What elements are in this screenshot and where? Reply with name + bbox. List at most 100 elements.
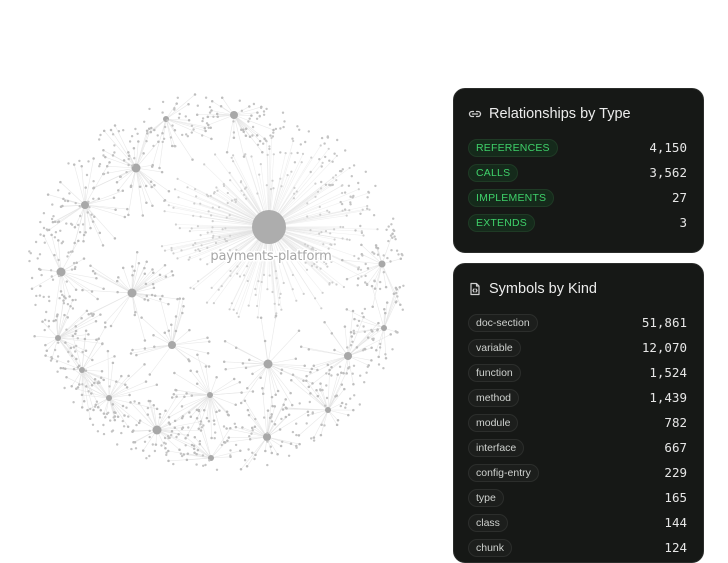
- relationship-type-row[interactable]: IMPLEMENTS27: [468, 185, 687, 210]
- graph-leaf-node: [86, 174, 88, 176]
- graph-leaf-node: [240, 468, 243, 471]
- graph-hub-node: [153, 426, 162, 435]
- graph-leaf-node: [283, 120, 285, 122]
- graph-leaf-node: [206, 122, 208, 124]
- graph-leaf-node: [229, 427, 232, 430]
- graph-leaf-node: [251, 427, 254, 430]
- relationships-panel: Relationships by Type REFERENCES4,150CAL…: [453, 88, 704, 253]
- graph-leaf-node: [51, 203, 53, 205]
- graph-leaf-node: [306, 202, 308, 204]
- relationship-type-row[interactable]: REFERENCES4,150: [468, 135, 687, 160]
- graph-leaf-node: [194, 436, 197, 439]
- graph-leaf-node: [266, 184, 268, 186]
- symbol-kind-row[interactable]: class144: [468, 510, 687, 535]
- graph-leaf-node: [122, 190, 125, 193]
- graph-leaf-node: [177, 178, 179, 180]
- graph-leaf-node: [72, 307, 74, 309]
- graph-leaf-node: [195, 453, 198, 456]
- graph-leaf-node: [313, 439, 315, 441]
- graph-leaf-node: [197, 449, 200, 452]
- graph-leaf-node: [308, 130, 310, 132]
- graph-leaf-node: [54, 236, 56, 238]
- graph-edge: [211, 428, 230, 458]
- graph-leaf-node: [351, 341, 353, 343]
- graph-leaf-node: [296, 125, 298, 127]
- graph-leaf-node: [250, 155, 252, 157]
- symbol-kind-row[interactable]: type165: [468, 485, 687, 510]
- graph-leaf-node: [39, 221, 41, 223]
- graph-leaf-node: [85, 350, 88, 353]
- relationship-type-row[interactable]: EXTENDS3: [468, 210, 687, 235]
- symbol-kind-row[interactable]: function1,524: [468, 360, 687, 385]
- graph-leaf-node: [280, 445, 283, 448]
- dependency-graph[interactable]: payments-platform: [0, 0, 440, 548]
- link-icon: [468, 107, 482, 121]
- graph-leaf-node: [133, 400, 135, 402]
- graph-leaf-node: [120, 176, 122, 178]
- graph-leaf-node: [91, 359, 94, 362]
- file-code-icon: [468, 282, 482, 296]
- graph-leaf-node: [194, 188, 196, 190]
- graph-leaf-node: [98, 138, 100, 140]
- graph-leaf-node: [279, 151, 281, 153]
- graph-leaf-node: [147, 299, 150, 302]
- graph-leaf-node: [144, 273, 147, 276]
- graph-leaf-node: [379, 343, 381, 345]
- graph-leaf-node: [127, 415, 129, 417]
- graph-leaf-node: [318, 158, 320, 160]
- graph-leaf-node: [364, 331, 366, 333]
- graph-leaf-node: [81, 406, 84, 409]
- graph-center-node[interactable]: [252, 210, 286, 244]
- graph-leaf-node: [373, 253, 375, 255]
- symbol-kind-row[interactable]: interface667: [468, 435, 687, 460]
- symbol-kind-row[interactable]: method1,439: [468, 385, 687, 410]
- graph-leaf-node: [112, 403, 115, 406]
- graph-leaf-node: [257, 280, 259, 282]
- graph-leaf-node: [325, 372, 327, 374]
- graph-leaf-node: [223, 183, 225, 185]
- symbol-kind-row[interactable]: module782: [468, 410, 687, 435]
- graph-leaf-node: [244, 399, 247, 402]
- graph-leaf-node: [85, 385, 88, 388]
- relationship-type-row[interactable]: CALLS3,562: [468, 160, 687, 185]
- graph-hub-node: [230, 111, 238, 119]
- graph-leaf-node: [92, 180, 94, 182]
- symbol-kind-row[interactable]: variable12,070: [468, 335, 687, 360]
- symbol-kind-row[interactable]: doc-section51,861: [468, 310, 687, 335]
- graph-leaf-node: [271, 405, 274, 408]
- graph-leaf-node: [110, 325, 113, 328]
- graph-leaf-node: [188, 259, 190, 261]
- graph-leaf-node: [262, 393, 265, 396]
- graph-leaf-node: [113, 196, 116, 199]
- graph-leaf-node: [365, 263, 367, 265]
- graph-leaf-node: [391, 348, 393, 350]
- graph-leaf-node: [153, 345, 156, 348]
- graph-leaf-node: [228, 436, 231, 439]
- graph-hub-node: [168, 341, 176, 349]
- graph-leaf-node: [99, 232, 102, 235]
- graph-leaf-node: [259, 115, 261, 117]
- graph-leaf-node: [194, 242, 196, 244]
- graph-leaf-node: [377, 254, 379, 256]
- graph-leaf-node: [70, 251, 72, 253]
- graph-leaf-node: [270, 416, 272, 418]
- graph-leaf-node: [259, 140, 262, 143]
- graph-leaf-node: [92, 424, 94, 426]
- graph-leaf-node: [339, 226, 341, 228]
- graph-leaf-node: [267, 154, 269, 156]
- graph-leaf-node: [282, 126, 284, 128]
- graph-leaf-node: [309, 392, 312, 395]
- graph-leaf-node: [92, 187, 95, 190]
- graph-leaf-node: [395, 300, 397, 302]
- graph-leaf-node: [96, 401, 98, 403]
- graph-leaf-node: [149, 400, 152, 403]
- graph-leaf-node: [198, 409, 201, 412]
- symbol-kind-row[interactable]: config-entry229: [468, 460, 687, 485]
- graph-leaf-node: [194, 249, 196, 251]
- graph-edge: [150, 345, 172, 375]
- graph-leaf-node: [73, 346, 75, 348]
- graph-leaf-node: [184, 437, 187, 440]
- graph-leaf-node: [226, 411, 229, 414]
- graph-leaf-node: [143, 121, 145, 123]
- graph-leaf-node: [241, 426, 244, 429]
